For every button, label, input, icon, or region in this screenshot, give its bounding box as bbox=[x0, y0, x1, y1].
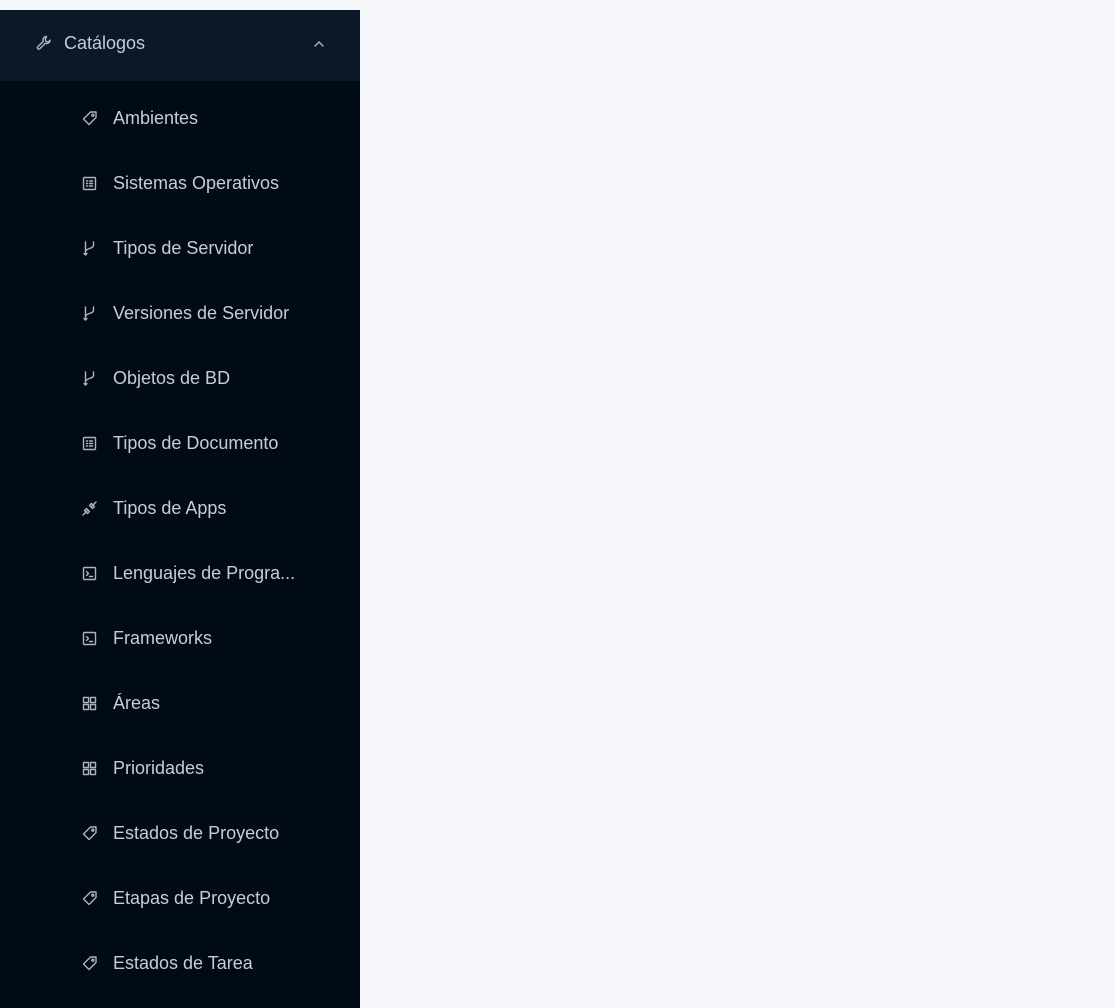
sidebar-item-label: Etapas de Proyecto bbox=[113, 888, 271, 908]
sidebar-item-label: Sistemas Operativos bbox=[113, 173, 280, 193]
sidebar-item-label: Ambientes bbox=[113, 108, 199, 128]
app-window: Catálogos Ambientes Sistemas Operativos Ti… bbox=[0, 0, 1115, 1008]
chevron-up-icon[interactable] bbox=[312, 39, 326, 49]
grid-icon bbox=[81, 695, 98, 712]
branch-icon bbox=[81, 305, 98, 322]
sidebar-item-label: Lenguajes de Progra... bbox=[113, 563, 296, 583]
sidebar-item[interactable]: Versiones de Servidor bbox=[0, 281, 360, 346]
terminal-icon bbox=[81, 565, 98, 582]
branch-icon bbox=[81, 240, 98, 257]
wrench-icon bbox=[36, 35, 52, 51]
sidebar-item[interactable]: Sistemas Operativos bbox=[0, 151, 360, 216]
sidebar-item-label: Objetos de BD bbox=[113, 368, 231, 388]
submenu-title: Catálogos bbox=[64, 33, 146, 53]
sidebar-item[interactable]: Objetos de BD bbox=[0, 346, 360, 411]
sidebar-item[interactable]: Ambientes bbox=[0, 86, 360, 151]
sidebar-item[interactable]: Áreas bbox=[0, 671, 360, 736]
sidebar-item[interactable]: Tipos de Documento bbox=[0, 411, 360, 476]
list-box-icon bbox=[81, 175, 98, 192]
tag-icon bbox=[81, 890, 98, 907]
sidebar-item-label: Estados de Proyecto bbox=[113, 823, 280, 843]
sidebar-item-label: Versiones de Servidor bbox=[113, 303, 290, 323]
sidebar-item[interactable]: Etapas de Proyecto bbox=[0, 866, 360, 931]
tag-icon bbox=[81, 955, 98, 972]
sidebar-item-label: Estados de Tarea bbox=[113, 953, 253, 973]
sidebar-item-label: Tipos de Apps bbox=[113, 498, 227, 518]
sidebar-item-label: Tipos de Servidor bbox=[113, 238, 254, 258]
sidebar-item[interactable]: Tipos de Apps bbox=[0, 476, 360, 541]
branch-icon bbox=[81, 370, 98, 387]
top-strip bbox=[0, 0, 360, 10]
sidebar-item[interactable]: Estados de Tarea bbox=[0, 931, 360, 996]
sidebar: Catálogos Ambientes Sistemas Operativos Ti… bbox=[0, 10, 360, 1008]
tag-icon bbox=[81, 825, 98, 842]
sidebar-item-label: Prioridades bbox=[113, 758, 205, 778]
sidebar-item[interactable]: Prioridades bbox=[0, 736, 360, 801]
submenu-catalogos[interactable]: Catálogos bbox=[0, 10, 360, 81]
grid-icon bbox=[81, 760, 98, 777]
sidebar-item[interactable]: Estados de Proyecto bbox=[0, 801, 360, 866]
sidebar-item-label: Tipos de Documento bbox=[113, 433, 279, 453]
sidebar-item-label: Frameworks bbox=[113, 628, 213, 648]
list-box-icon bbox=[81, 435, 98, 452]
api-icon bbox=[81, 500, 98, 517]
sidebar-item-label: Áreas bbox=[113, 693, 161, 713]
sidebar-item[interactable]: Lenguajes de Progra... bbox=[0, 541, 360, 606]
sidebar-item[interactable]: Tipos de Servidor bbox=[0, 216, 360, 281]
tag-icon bbox=[81, 110, 98, 127]
terminal-icon bbox=[81, 630, 98, 647]
sidebar-item[interactable]: Frameworks bbox=[0, 606, 360, 671]
main-content bbox=[360, 0, 1115, 1008]
submenu-items: Ambientes Sistemas Operativos Tipos de Ser… bbox=[0, 86, 360, 996]
